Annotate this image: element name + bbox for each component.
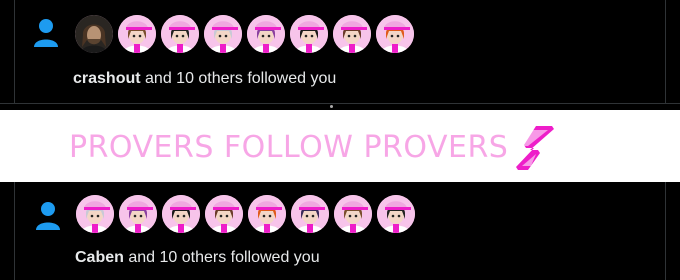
- notification-message: and 10 others followed you: [123, 249, 320, 266]
- column-border: [665, 182, 666, 280]
- prover-avatar[interactable]: [291, 195, 329, 233]
- photo-avatar[interactable]: [75, 15, 113, 53]
- column-border: [14, 182, 15, 280]
- column-border: [665, 0, 666, 103]
- divider: [0, 103, 680, 104]
- person-icon: [36, 202, 60, 230]
- prover-avatar[interactable]: [290, 15, 328, 53]
- prover-avatar[interactable]: [118, 15, 156, 53]
- notification-text: Caben and 10 others followed you: [75, 248, 320, 268]
- prover-avatar[interactable]: [205, 195, 243, 233]
- username-link[interactable]: crashout: [73, 70, 141, 87]
- prover-avatar[interactable]: [76, 195, 114, 233]
- follow-notification-bottom[interactable]: Caben and 10 others followed you: [0, 182, 680, 280]
- prover-avatar[interactable]: [333, 15, 371, 53]
- username-link[interactable]: Caben: [75, 249, 124, 266]
- column-border: [14, 0, 15, 103]
- prover-avatar[interactable]: [377, 195, 415, 233]
- person-icon: [34, 19, 58, 47]
- banner-title: PROVERS FOLLOW PROVERS: [69, 130, 509, 165]
- succinct-logo-icon: [516, 126, 554, 170]
- prover-avatar[interactable]: [119, 195, 157, 233]
- banner: PROVERS FOLLOW PROVERS: [0, 110, 680, 182]
- prover-avatar[interactable]: [161, 15, 199, 53]
- prover-avatar[interactable]: [247, 15, 285, 53]
- notification-text: crashout and 10 others followed you: [73, 69, 336, 89]
- prover-avatar[interactable]: [334, 195, 372, 233]
- notification-message: and 10 others followed you: [140, 70, 337, 87]
- avatar-row: [75, 15, 419, 53]
- prover-avatar[interactable]: [204, 15, 242, 53]
- avatar-row: [76, 195, 420, 233]
- follow-notification-top[interactable]: crashout and 10 others followed you: [0, 0, 680, 103]
- prover-avatar[interactable]: [248, 195, 286, 233]
- separator-dot: [330, 105, 333, 108]
- prover-avatar[interactable]: [376, 15, 414, 53]
- prover-avatar[interactable]: [162, 195, 200, 233]
